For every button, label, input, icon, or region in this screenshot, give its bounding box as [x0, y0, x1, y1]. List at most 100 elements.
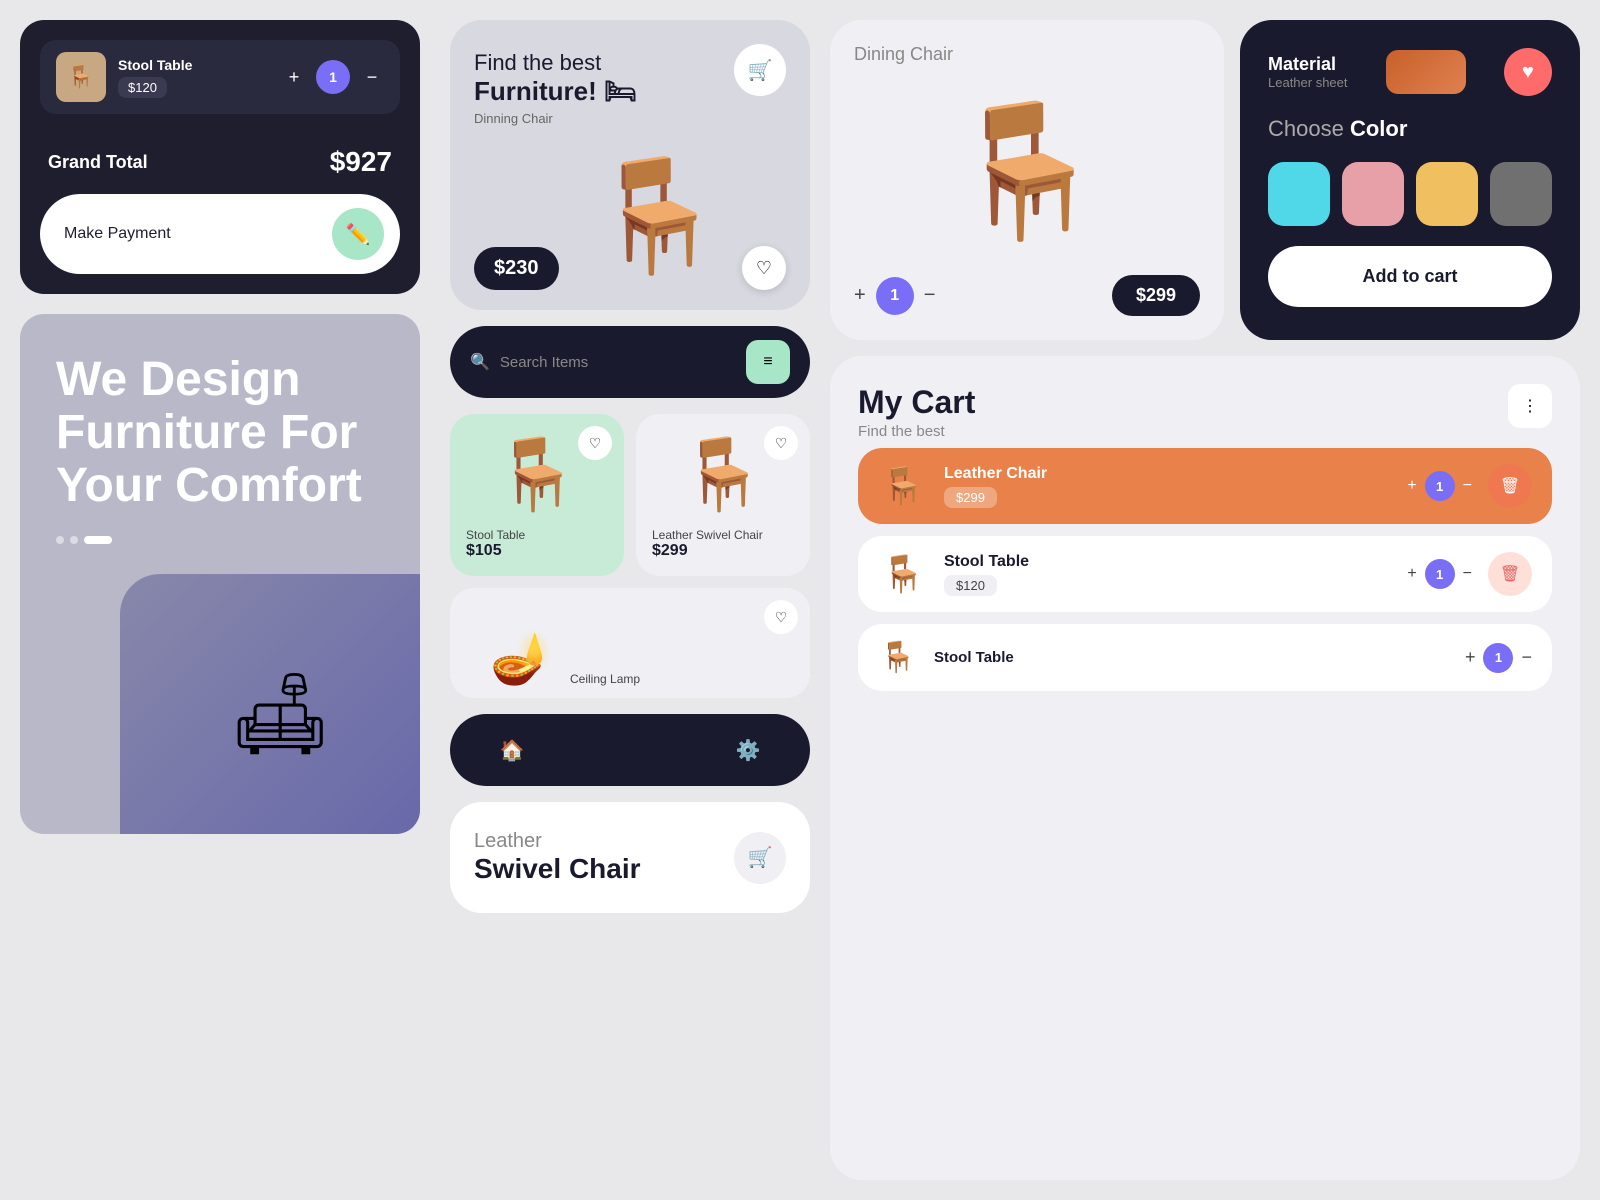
payment-icon: ✏️ — [332, 208, 384, 260]
banner-cart-button[interactable]: 🛒 — [734, 44, 786, 96]
product-card-lamp: ♡ 🪔 Ceiling Lamp — [450, 588, 810, 698]
hero-dots — [56, 536, 384, 544]
choose-color-section: Choose Color — [1268, 116, 1552, 142]
grand-label-text: Grand Total — [48, 152, 148, 172]
grand-total-amount: $927 — [330, 146, 392, 178]
banner-subtitle: Dinning Chair — [474, 111, 786, 126]
settings-nav-button[interactable]: ⚙️ — [726, 728, 770, 772]
product-price-swivel: $299 — [652, 542, 794, 560]
dining-qty-area: + 1 − — [854, 277, 935, 315]
material-subtitle: Leather sheet — [1268, 75, 1348, 90]
stool-preview-name: Stool Table — [934, 649, 1449, 666]
material-row: Material Leather sheet ♥ — [1268, 48, 1552, 96]
color-swatch-dark[interactable] — [1490, 162, 1552, 226]
filter-button[interactable]: ≡ — [746, 340, 790, 384]
cart-item-img-leather: 🪑 — [878, 465, 928, 507]
dining-qty-minus[interactable]: − — [924, 284, 936, 307]
product-fav-lamp[interactable]: ♡ — [764, 600, 798, 634]
stool-qty-plus[interactable]: + — [1465, 647, 1476, 668]
material-title: Material — [1268, 54, 1348, 75]
stool-preview-info: Stool Table — [934, 649, 1449, 666]
qty-plus-button[interactable]: + — [282, 65, 306, 89]
banner-chair-image: 🪑 — [589, 151, 726, 280]
delete-leather-button[interactable]: 🗑 — [1488, 464, 1532, 508]
cart-items-stack: 🪑 Leather Chair $299 + 1 − 🗑 🪑 — [858, 448, 1552, 1152]
cart-item-price-leather: $299 — [944, 487, 997, 508]
stool-preview-qty: + 1 − — [1465, 643, 1532, 673]
my-cart-card: My Cart Find the best ⋮ 🪑 Leather Chair … — [830, 356, 1580, 1180]
hero-dot-1 — [56, 536, 64, 544]
right-panel: Dining Chair 🪑 + 1 − $299 Material Leath… — [820, 0, 1600, 1200]
cart-item-info-stool: Stool Table $120 — [944, 553, 1391, 596]
left-panel: 🪑 Stool Table $120 + 1 − Grand Total $92… — [0, 0, 440, 1200]
product-detail-name: Swivel Chair — [474, 853, 641, 885]
qty-plus-stool[interactable]: + — [1407, 565, 1416, 583]
qty-minus-button[interactable]: − — [360, 65, 384, 89]
product-name-lamp: Ceiling Lamp — [570, 672, 640, 686]
make-payment-button[interactable]: Make Payment ✏️ — [40, 194, 400, 274]
product-fav-stool[interactable]: ♡ — [578, 426, 612, 460]
grand-total-row: Grand Total $927 — [40, 130, 400, 194]
stool-preview-image: 🪑 — [878, 640, 918, 675]
cart-item-name: Stool Table — [118, 57, 270, 73]
bottom-right-section: My Cart Find the best ⋮ 🪑 Leather Chair … — [830, 356, 1580, 1180]
search-input-area[interactable]: 🔍 Search Items — [470, 352, 734, 372]
color-swatch-pink[interactable] — [1342, 162, 1404, 226]
qty-minus-leather[interactable]: − — [1463, 477, 1472, 495]
product-grid: ♡ 🪑 Stool Table $105 ♡ 🪑 Leather Swivel … — [450, 414, 810, 698]
my-cart-title: My Cart — [858, 384, 975, 421]
cart-item-price-stool: $120 — [944, 575, 997, 596]
hero-title: We Design Furniture For Your Comfort — [56, 354, 384, 512]
qty-plus-leather[interactable]: + — [1407, 477, 1416, 495]
cart-item-img-stool: 🪑 — [878, 553, 928, 595]
material-color-card: Material Leather sheet ♥ Choose Color Ad… — [1240, 20, 1580, 340]
right-top-section: Dining Chair 🪑 + 1 − $299 Material Leath… — [830, 20, 1580, 340]
product-fav-swivel[interactable]: ♡ — [764, 426, 798, 460]
product-detail-cart-button[interactable]: 🛒 — [734, 832, 786, 884]
material-swatch — [1386, 50, 1466, 94]
cart-item-info: Stool Table $120 — [118, 57, 270, 98]
bottom-nav: 🏠 ⚙️ — [450, 714, 810, 786]
dining-qty-plus[interactable]: + — [854, 284, 866, 307]
product-name-stool: Stool Table — [466, 528, 608, 542]
hero-line3: Your Comfort — [56, 460, 384, 513]
color-bold: Color — [1350, 116, 1407, 141]
qty-value: 1 — [316, 60, 350, 94]
cart-item-price: $120 — [118, 77, 167, 98]
cart-item-leather-chair: 🪑 Leather Chair $299 + 1 − 🗑 — [858, 448, 1552, 524]
dining-chair-image: 🪑 — [854, 65, 1200, 275]
home-nav-button[interactable]: 🏠 — [490, 728, 534, 772]
product-card-swivel: ♡ 🪑 Leather Swivel Chair $299 — [636, 414, 810, 576]
color-swatch-yellow[interactable] — [1416, 162, 1478, 226]
banner-fav-button[interactable]: ♡ — [742, 246, 786, 290]
color-swatch-cyan[interactable] — [1268, 162, 1330, 226]
dining-price-badge: $299 — [1112, 275, 1200, 316]
search-icon: 🔍 — [470, 352, 490, 372]
product-detail-card: Leather Swivel Chair 🛒 — [450, 802, 810, 913]
cart-top-section: 🪑 Stool Table $120 + 1 − Grand Total $92… — [20, 20, 420, 294]
search-bar: 🔍 Search Items ≡ — [450, 326, 810, 398]
cart-item-info-leather: Leather Chair $299 — [944, 465, 1391, 508]
stool-qty-minus[interactable]: − — [1521, 647, 1532, 668]
product-detail-info: Leather Swivel Chair — [474, 830, 641, 885]
hero-dot-2 — [70, 536, 78, 544]
qty-controls: + 1 − — [282, 60, 384, 94]
add-to-cart-button[interactable]: Add to cart — [1268, 246, 1552, 307]
dining-bottom: + 1 − $299 — [854, 275, 1200, 316]
dining-label: Dining Chair — [854, 44, 1200, 65]
middle-panel: Find the best Furniture! 🛏 Dinning Chair… — [440, 0, 820, 1200]
choose-color-label: Choose Color — [1268, 116, 1552, 142]
my-cart-more-button[interactable]: ⋮ — [1508, 384, 1552, 428]
cart-item-qty-stool: + 1 − — [1407, 559, 1472, 589]
stool-bottom-card: 🪑 Stool Table + 1 − — [858, 624, 1552, 691]
delete-stool-button[interactable]: 🗑 — [1488, 552, 1532, 596]
my-cart-title-area: My Cart Find the best — [858, 384, 975, 440]
my-cart-header: My Cart Find the best ⋮ — [858, 384, 1552, 440]
banner-price-badge: $230 — [474, 247, 559, 290]
cart-item-stool: 🪑 Stool Table $120 + 1 − 🗑 — [858, 536, 1552, 612]
dining-card: Dining Chair 🪑 + 1 − $299 — [830, 20, 1224, 340]
material-fav-button[interactable]: ♥ — [1504, 48, 1552, 96]
color-swatches — [1268, 162, 1552, 226]
cart-item-name-leather: Leather Chair — [944, 465, 1391, 483]
qty-minus-stool[interactable]: − — [1463, 565, 1472, 583]
